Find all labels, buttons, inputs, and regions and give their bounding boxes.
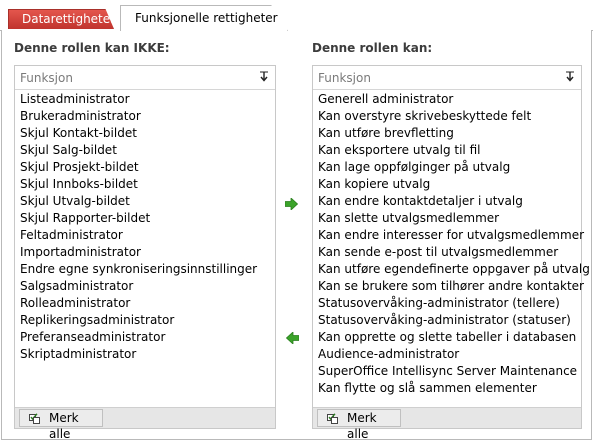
list-item[interactable]: Kan eksportere utvalg til fil <box>313 142 581 159</box>
list-item[interactable]: Kan se brukere som tilhører andre kontak… <box>313 278 584 295</box>
select-all-label: Merk alle <box>347 411 377 441</box>
list-item[interactable]: Skjul Kontakt-bildet <box>15 125 275 142</box>
list-item[interactable]: Salgsadministrator <box>15 278 275 295</box>
list-items: Listeadministrator Brukeradministrator Skj… <box>15 91 275 363</box>
list-item[interactable]: Replikeringsadministrator <box>15 312 275 329</box>
list-footer: Merk alle <box>313 407 581 441</box>
list-item[interactable]: Skjul Innboks-bildet <box>15 176 275 193</box>
list-item[interactable]: SuperOffice Intellisync Server Maintenan… <box>313 363 581 380</box>
tab-datarettigheter[interactable]: Datarettigheter <box>8 9 114 29</box>
list-item[interactable]: Audience-administrator <box>313 346 581 363</box>
list-item[interactable]: Kan sende e-post til utvalgsmedlemmer <box>313 244 581 261</box>
column-header-funksjon: Funksjon <box>318 71 371 85</box>
list-item[interactable]: Kan utføre egendefinerte oppgaver på utv… <box>313 261 590 278</box>
checkbox-list-icon <box>29 413 40 424</box>
allowed-functions-list[interactable]: Funksjon Generell administrator Kan overs… <box>312 65 590 441</box>
list-item[interactable]: Kan kopiere utvalg <box>313 176 581 193</box>
checkbox-list-icon <box>327 413 338 424</box>
list-item[interactable]: Statusovervåking-administrator (tellere) <box>313 295 581 312</box>
tab-bar: Datarettigheter Funksjonelle rettigheter <box>0 0 593 31</box>
left-column-title: Denne rollen kan IKKE: <box>14 41 170 55</box>
denied-functions-list[interactable]: Funksjon Listeadministrator Brukeradminis… <box>14 65 276 441</box>
list-item[interactable]: Kan opprette og slette tabeller i databa… <box>313 329 581 346</box>
column-header-funksjon: Funksjon <box>20 71 73 85</box>
list-item[interactable]: Kan utføre brevfletting <box>313 125 581 142</box>
arrow-left-icon[interactable] <box>286 332 299 344</box>
list-header[interactable]: Funksjon <box>15 66 275 90</box>
list-item[interactable]: Endre egne synkroniseringsinnstillinger <box>15 261 275 278</box>
list-item[interactable]: Generell administrator <box>313 91 581 108</box>
sort-down-icon[interactable] <box>565 69 575 85</box>
list-header[interactable]: Funksjon <box>313 66 581 90</box>
list-item[interactable]: Skjul Salg-bildet <box>15 142 275 159</box>
sort-down-icon[interactable] <box>259 69 269 85</box>
list-footer: Merk alle <box>15 407 275 441</box>
list-item[interactable]: Statusovervåking-administrator (statuser… <box>313 312 581 329</box>
select-all-button[interactable]: Merk alle <box>317 409 401 441</box>
list-item[interactable]: Kan endre interesser for utvalgsmedlemme… <box>313 227 584 244</box>
arrow-right-icon[interactable] <box>285 198 298 210</box>
select-all-button[interactable]: Merk alle <box>19 409 103 441</box>
list-items: Generell administrator Kan overstyre skri… <box>313 91 590 397</box>
list-item[interactable]: Feltadministrator <box>15 227 275 244</box>
right-column-title: Denne rollen kan: <box>312 41 433 55</box>
list-item[interactable]: Skjul Prosjekt-bildet <box>15 159 275 176</box>
list-item[interactable]: Rolleadministrator <box>15 295 275 312</box>
list-item[interactable]: Importadministrator <box>15 244 275 261</box>
list-item[interactable]: Kan slette utvalgsmedlemmer <box>313 210 581 227</box>
list-item[interactable]: Kan lage oppfølginger på utvalg <box>313 159 581 176</box>
list-item[interactable]: Skjul Utvalg-bildet <box>15 193 275 210</box>
list-item[interactable]: Kan endre kontaktdetaljer i utvalg <box>313 193 581 210</box>
tab-funksjonelle-rettigheter[interactable]: Funksjonelle rettigheter <box>120 5 288 31</box>
list-item[interactable]: Kan flytte og slå sammen elementer <box>313 380 581 397</box>
list-item[interactable]: Preferanseadministrator <box>15 329 275 346</box>
select-all-label: Merk alle <box>49 411 79 441</box>
list-item[interactable]: Brukeradministrator <box>15 108 275 125</box>
list-item[interactable]: Listeadministrator <box>15 91 275 108</box>
list-item[interactable]: Skriptadministrator <box>15 346 275 363</box>
list-item[interactable]: Kan overstyre skrivebeskyttede felt <box>313 108 581 125</box>
list-item[interactable]: Skjul Rapporter-bildet <box>15 210 275 227</box>
